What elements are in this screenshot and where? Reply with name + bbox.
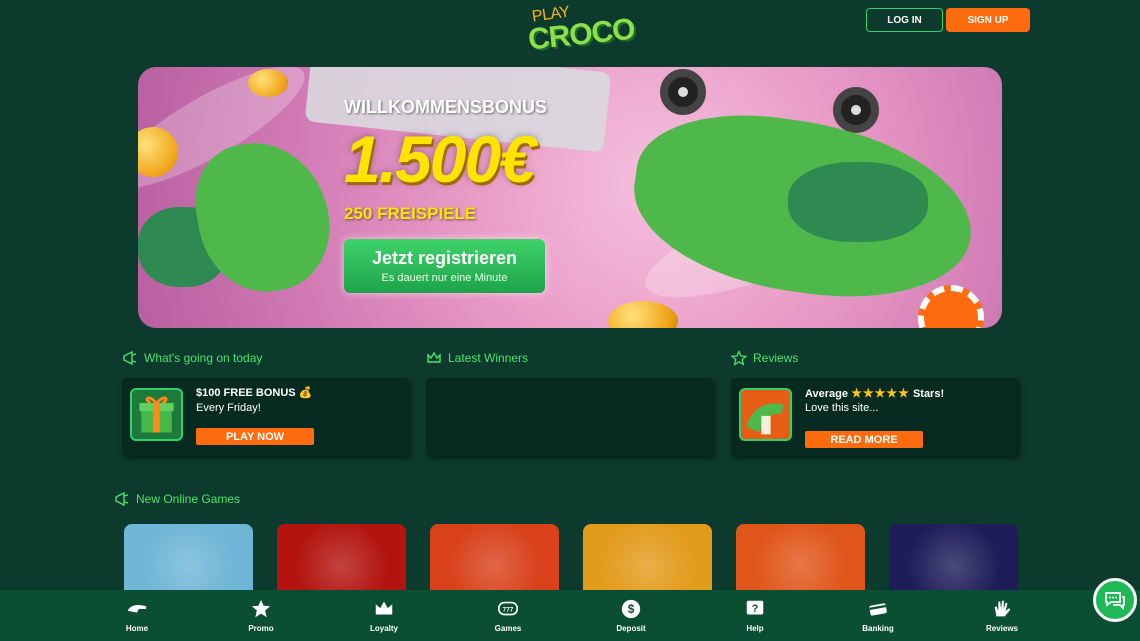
play-now-button[interactable]: PLAY NOW [196, 428, 314, 445]
svg-text:?: ? [752, 603, 759, 615]
dollar-icon: $ [619, 598, 643, 620]
game-tile-wheel[interactable] [889, 524, 1018, 594]
gift-icon [130, 388, 183, 441]
chat-icon [1105, 592, 1125, 611]
welcome-bonus-banner[interactable]: WILLKOMMENSBONUS 1.500€ 250 FREISPIELE J… [138, 67, 1002, 328]
signup-button[interactable]: SIGN UP [946, 8, 1030, 32]
rating-stars: ★★★★★ [851, 386, 910, 400]
crown-icon [372, 598, 396, 620]
coin-icon [248, 69, 288, 97]
nav-item-games[interactable]: 777 Games [468, 590, 548, 641]
live-chat-button[interactable] [1093, 578, 1137, 622]
review-title-prefix: Average [805, 388, 849, 400]
megaphone-icon [123, 350, 137, 366]
register-button-label: Jetzt registrieren [371, 248, 518, 268]
nav-item-reviews[interactable]: Reviews [962, 590, 1042, 641]
nav-item-promo[interactable]: Promo [221, 590, 301, 641]
game-tile-dragon[interactable] [583, 524, 712, 594]
login-button[interactable]: LOG IN [866, 8, 943, 32]
hand-icon [990, 598, 1014, 620]
reviews-card[interactable]: Average ★★★★★ Stars! Love this site... R… [731, 378, 1018, 456]
nav-item-label: Help [746, 624, 764, 633]
nav-item-label: Deposit [616, 624, 646, 633]
landing-wheel-icon [660, 69, 706, 115]
game-tile-dino[interactable] [430, 524, 559, 594]
header: PLAY CROCO LOG IN SIGN UP [0, 0, 1140, 58]
croc-icon [125, 598, 149, 620]
game-tile-fish[interactable] [124, 524, 253, 594]
read-more-button[interactable]: READ MORE [805, 431, 923, 448]
card-icon [866, 598, 890, 620]
svg-text:777: 777 [503, 606, 514, 613]
bonus-amount: 1.500€ [344, 122, 536, 196]
backpack-illustration [788, 162, 928, 242]
help-icon: ? [743, 598, 767, 620]
nav-item-label: Promo [248, 624, 274, 633]
nav-item-label: Loyalty [369, 624, 398, 633]
section-heading-winners-label: Latest Winners [448, 351, 529, 365]
bonus-free-spins: 250 FREISPIELE [344, 204, 477, 223]
nav-item-label: Home [125, 624, 149, 633]
crown-icon [427, 351, 441, 363]
game-tile-devil[interactable] [277, 524, 406, 594]
section-heading-winners: Latest Winners [426, 350, 528, 366]
review-title-suffix: Stars! [912, 388, 945, 400]
promo-card-subtitle: Every Friday! [196, 402, 261, 414]
register-button[interactable]: Jetzt registrieren Es dauert nur eine Mi… [344, 239, 545, 293]
bottom-navigation: Home Promo Loyalty 777 Games $ Deposit? Help Ban… [0, 590, 1140, 641]
review-snippet: Love this site... [805, 402, 879, 414]
review-title: Average ★★★★★ Stars! [805, 386, 944, 400]
croco-avatar-icon [739, 388, 792, 441]
nav-item-label: Banking [862, 624, 894, 633]
bonus-title: WILLKOMMENSBONUS [344, 97, 547, 117]
nav-item-label: Reviews [985, 624, 1019, 633]
svg-text:$: $ [628, 602, 635, 616]
nav-item-loyalty[interactable]: Loyalty [344, 590, 424, 641]
slot-icon: 777 [496, 598, 520, 620]
nav-item-label: Games [494, 624, 522, 633]
section-heading-today-label: What's going on today [144, 351, 263, 365]
landing-wheel-icon [833, 87, 879, 133]
latest-winners-card [426, 378, 713, 456]
nav-item-help[interactable]: ? Help [715, 590, 795, 641]
megaphone-icon [115, 491, 129, 507]
nav-item-home[interactable]: Home [97, 590, 177, 641]
star-icon [249, 598, 273, 620]
nav-item-deposit[interactable]: $ Deposit [591, 590, 671, 641]
promo-card[interactable]: $100 FREE BONUS 💰 Every Friday! PLAY NOW [122, 378, 409, 456]
game-tile-fire[interactable] [736, 524, 865, 594]
playcroco-logo[interactable]: PLAY CROCO [526, 3, 637, 56]
section-heading-reviews-label: Reviews [753, 351, 799, 365]
register-button-sublabel: Es dauert nur eine Minute [381, 272, 508, 284]
star-outline-icon [731, 350, 747, 366]
new-games-row [124, 524, 1024, 594]
section-heading-new-games-label: New Online Games [136, 492, 241, 506]
casino-chip-icon [918, 285, 984, 328]
coin-icon [608, 301, 678, 328]
nav-item-banking[interactable]: Banking [838, 590, 918, 641]
section-heading-new-games: New Online Games [114, 491, 240, 507]
section-heading-today: What's going on today [122, 350, 262, 366]
section-heading-reviews: Reviews [731, 350, 798, 366]
promo-card-title: $100 FREE BONUS 💰 [196, 387, 313, 399]
